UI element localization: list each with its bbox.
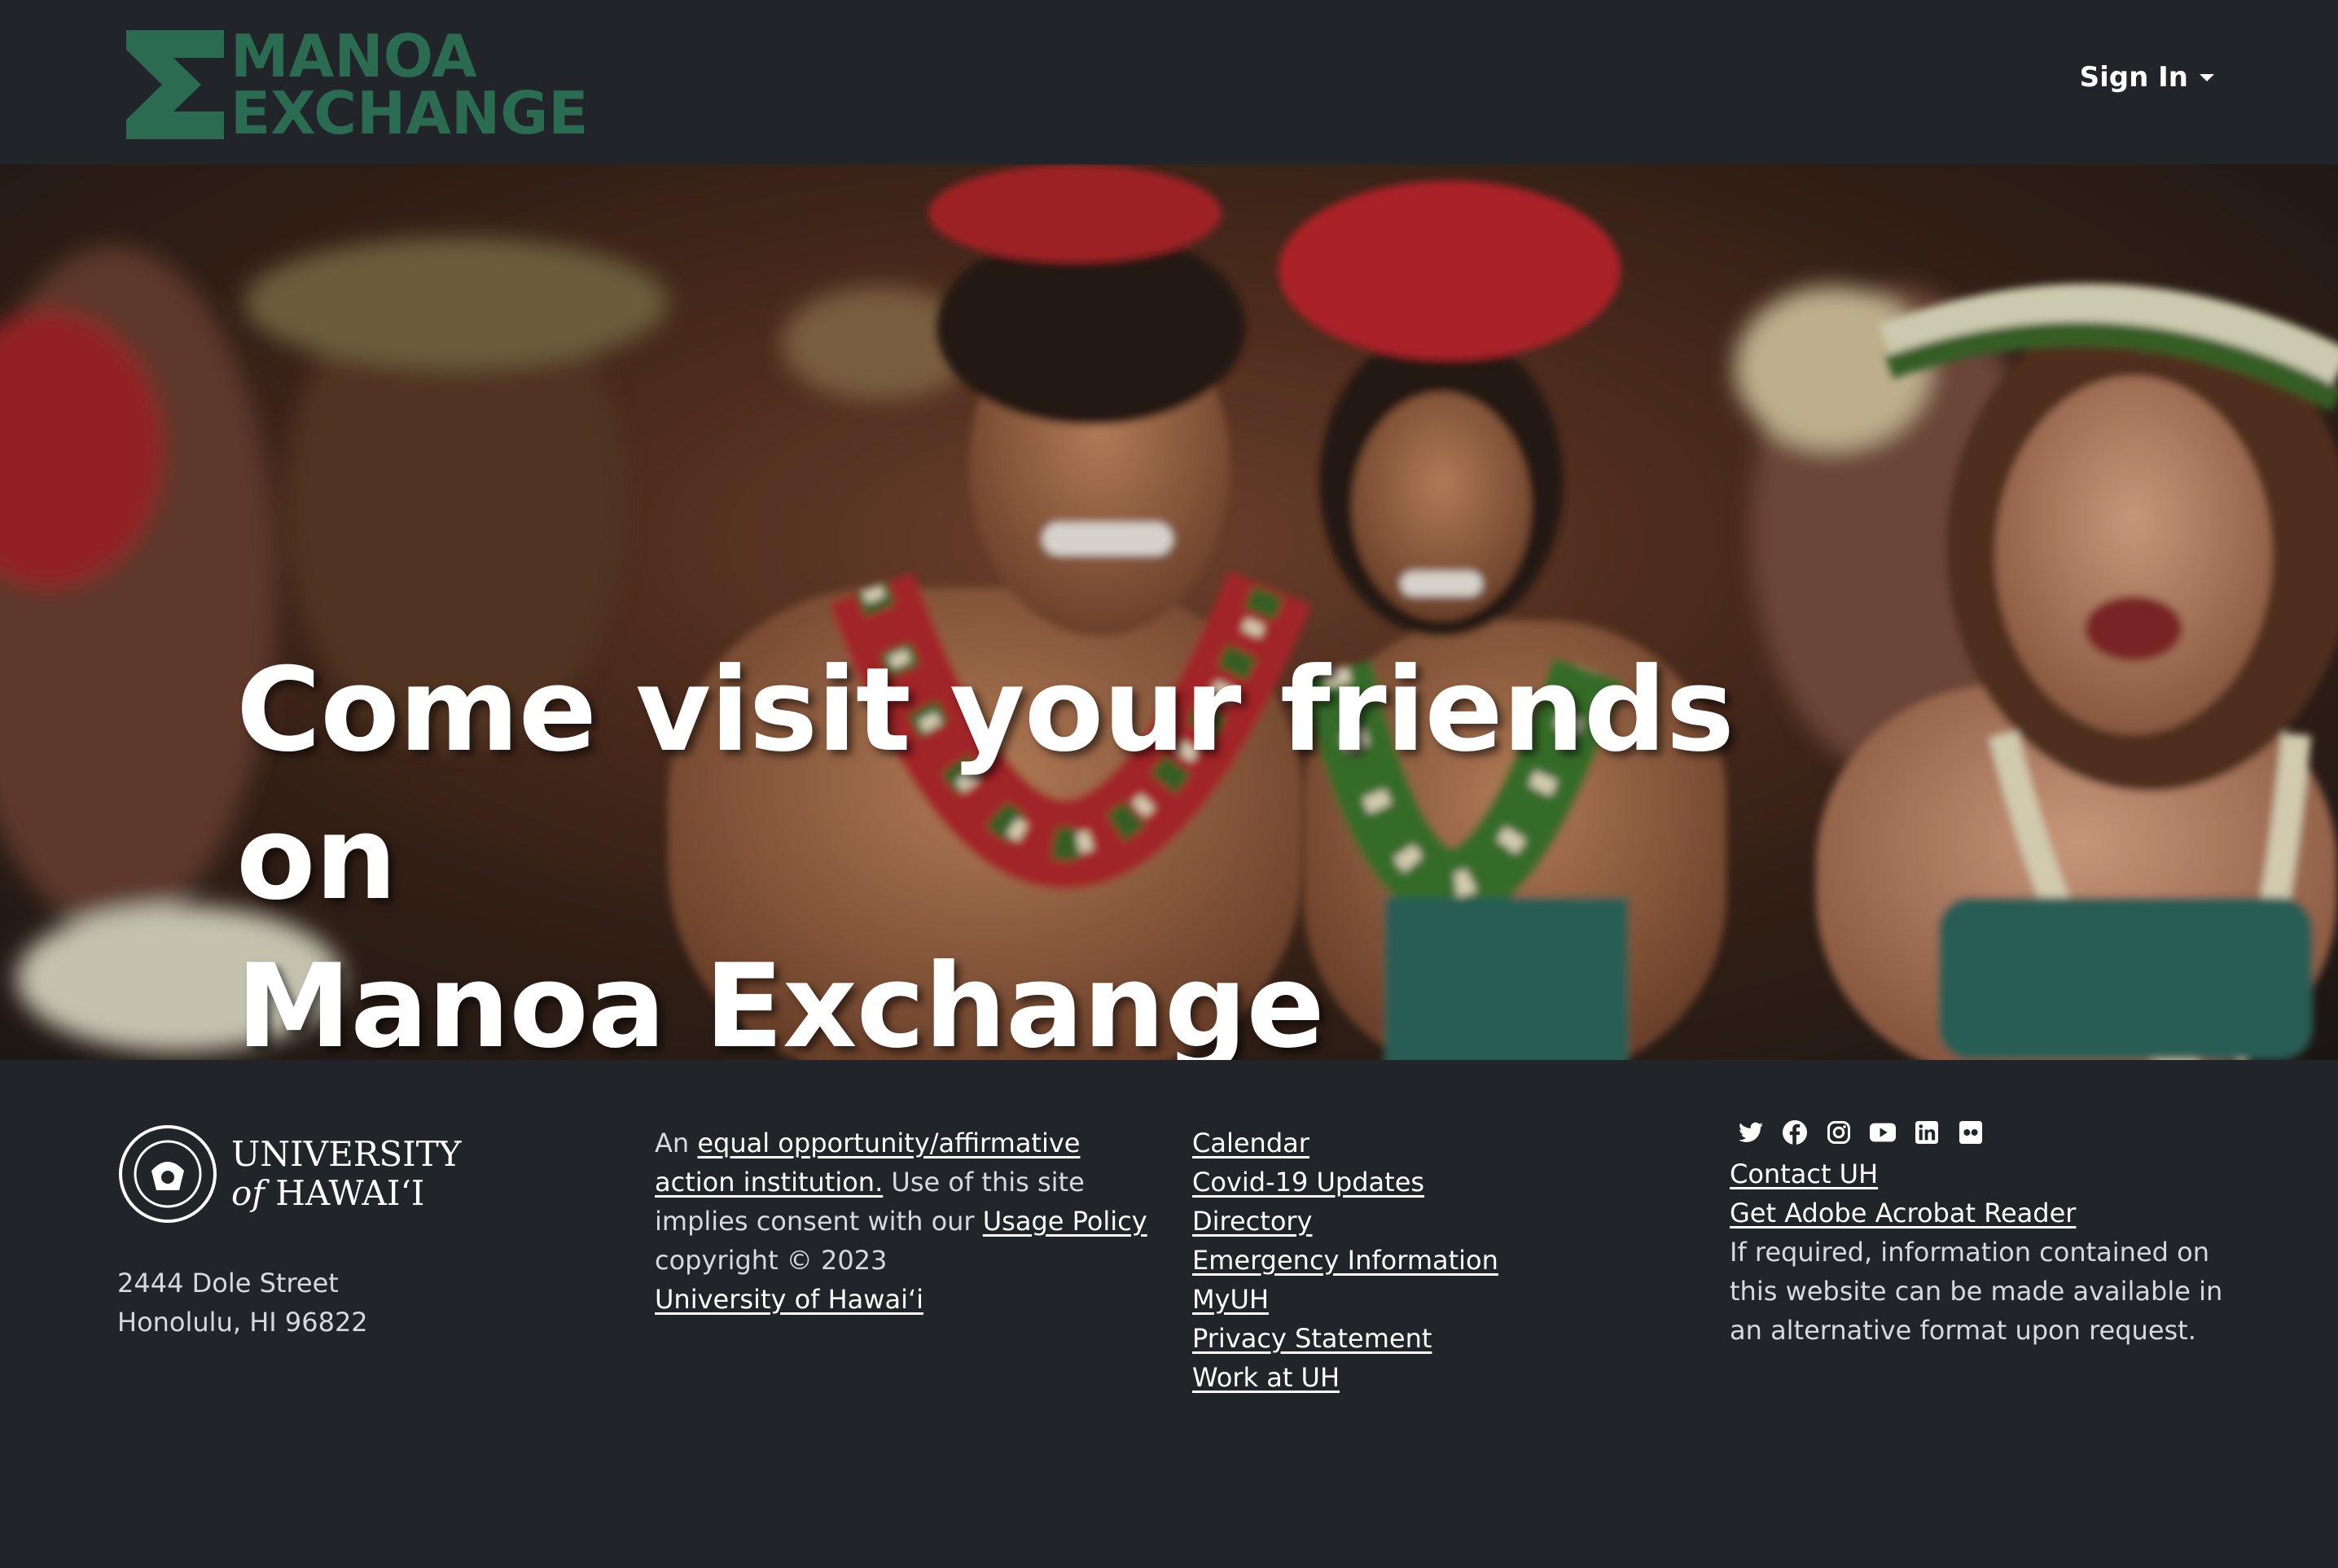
footer-col-contact: Contact UH Get Adobe Acrobat Reader If r… — [1730, 1112, 2235, 1350]
uh-name-line-2: HAWAI‘I — [275, 1173, 425, 1213]
uh-logo[interactable]: UNIVERSITY of HAWAI‘I — [117, 1123, 606, 1224]
footer-col-uh: UNIVERSITY of HAWAI‘I 2444 Dole Street H… — [117, 1123, 606, 1342]
logo-line-2: EXCHANGE — [230, 79, 589, 147]
address: 2444 Dole Street Honolulu, HI 96822 — [117, 1264, 606, 1342]
uh-seal-icon — [119, 1125, 217, 1223]
link-work-at-uh[interactable]: Work at UH — [1192, 1362, 1340, 1393]
uh-wordmark: UNIVERSITY of HAWAI‘I — [231, 1135, 461, 1213]
address-line-1: 2444 Dole Street — [117, 1268, 339, 1299]
adobe-acrobat-link[interactable]: Get Adobe Acrobat Reader — [1730, 1198, 2076, 1229]
accessibility-note: If required, information contained on th… — [1730, 1237, 2223, 1346]
manoa-exchange-logo[interactable]: MANOA EXCHANGE — [126, 22, 589, 147]
hero-title-line-1: Come visit your friends on — [236, 643, 1735, 926]
sign-in-label: Sign In — [2079, 61, 2188, 94]
link-myuh[interactable]: MyUH — [1192, 1284, 1269, 1315]
hero-title: Come visit your friends on Manoa Exchang… — [236, 637, 1865, 1060]
link-directory[interactable]: Directory — [1192, 1206, 1312, 1237]
youtube-icon[interactable] — [1870, 1119, 1896, 1145]
hero-banner: Come visit your friends on Manoa Exchang… — [0, 164, 2338, 1060]
hero-title-line-2: Manoa Exchange — [236, 939, 1325, 1060]
footer-col-links: Calendar Covid-19 Updates Directory Emer… — [1192, 1123, 1648, 1397]
link-privacy-statement[interactable]: Privacy Statement — [1192, 1323, 1432, 1354]
uh-name-of: of — [231, 1173, 265, 1213]
link-emergency-information[interactable]: Emergency Information — [1192, 1245, 1498, 1276]
twitter-icon[interactable] — [1738, 1119, 1764, 1145]
footer: UNIVERSITY of HAWAI‘I 2444 Dole Street H… — [0, 1060, 2338, 1568]
uh-name-line-1: UNIVERSITY — [231, 1134, 462, 1174]
link-calendar[interactable]: Calendar — [1192, 1128, 1309, 1158]
address-line-2: Honolulu, HI 96822 — [117, 1307, 368, 1338]
link-covid-updates[interactable]: Covid-19 Updates — [1192, 1167, 1424, 1198]
footer-col-legal: An equal opportunity/affirmative action … — [655, 1123, 1160, 1319]
eo-prefix: An — [655, 1128, 698, 1158]
chevron-down-icon — [2200, 73, 2214, 81]
linkedin-icon[interactable] — [1914, 1119, 1940, 1145]
sigma-logo-icon — [126, 30, 224, 139]
uh-link[interactable]: University of Hawaiʻi — [655, 1284, 923, 1315]
logo-text: MANOA EXCHANGE — [230, 22, 589, 147]
usage-policy-link[interactable]: Usage Policy — [983, 1206, 1147, 1237]
facebook-icon[interactable] — [1782, 1119, 1808, 1145]
navbar: MANOA EXCHANGE Sign In — [0, 0, 2338, 164]
sign-in-dropdown[interactable]: Sign In — [2080, 61, 2214, 94]
logo-line-1: MANOA — [230, 22, 477, 90]
instagram-icon[interactable] — [1826, 1119, 1852, 1145]
copyright: copyright © 2023 — [655, 1245, 888, 1276]
contact-uh-link[interactable]: Contact UH — [1730, 1158, 1878, 1189]
flickr-icon[interactable] — [1958, 1119, 1984, 1145]
social-icons — [1730, 1112, 2235, 1153]
